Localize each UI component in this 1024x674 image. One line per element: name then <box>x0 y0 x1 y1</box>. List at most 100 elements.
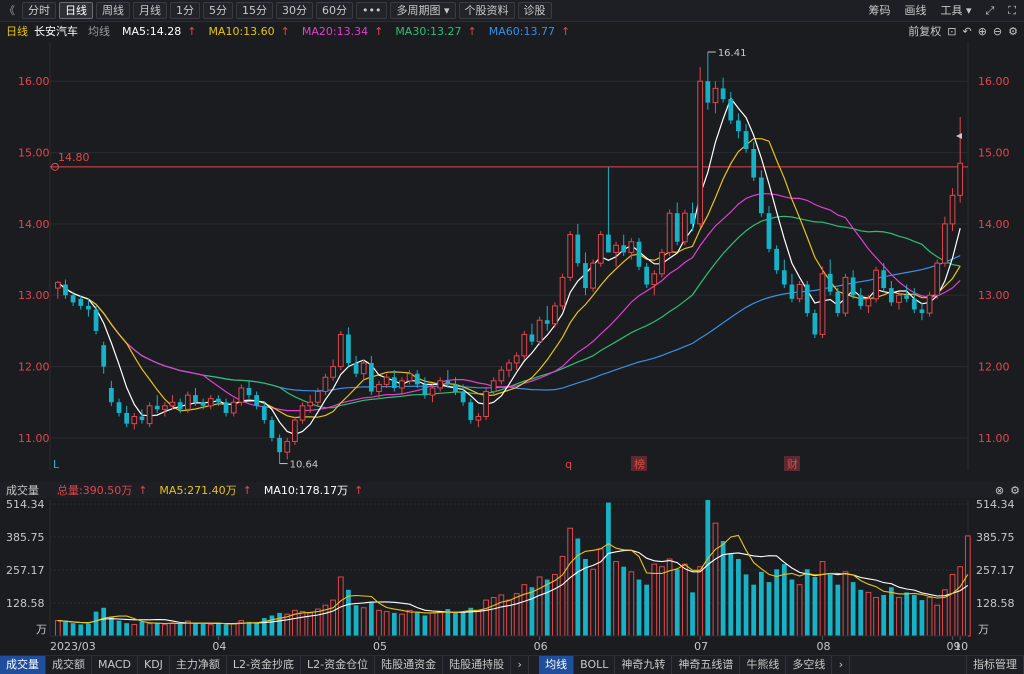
volume-bar-down <box>728 553 734 636</box>
volume-bar-down <box>108 616 114 636</box>
candle-body-up <box>337 333 344 368</box>
volume-bar-down <box>544 579 550 636</box>
vol-tick-right: 385.75 <box>976 531 1015 544</box>
tab-l2-position[interactable]: L2-资金仓位 <box>301 656 376 674</box>
volume-bar-down <box>850 582 856 636</box>
volume-bar-up <box>934 604 941 637</box>
candle-body-up <box>934 262 941 296</box>
candle-body-up <box>682 212 688 243</box>
price-tick-right: 12.00 <box>978 361 1010 374</box>
volume-bar-up <box>437 611 444 637</box>
candle-body-down <box>888 288 894 303</box>
tab-ma[interactable]: 均线 <box>539 656 575 674</box>
candle-body-up <box>865 298 872 307</box>
tab-kdj[interactable]: KDJ <box>138 656 170 674</box>
volume-bar-up <box>896 597 902 637</box>
candle-body-up <box>307 401 314 407</box>
candle-body-down <box>422 384 428 396</box>
volume-bar-down <box>881 594 887 636</box>
volume-bar-up <box>330 599 336 637</box>
candle-body-up <box>628 241 635 253</box>
volume-bar-down <box>86 623 91 636</box>
candle-body-down <box>736 120 741 132</box>
tab-l2-capital[interactable]: L2-资金抄底 <box>227 656 302 674</box>
candle-body-up <box>483 391 489 417</box>
volume-bar-up <box>865 591 872 637</box>
candle-body-down <box>445 380 451 385</box>
candle-body-up <box>322 376 329 393</box>
tab-td9[interactable]: 神奇九转 <box>615 656 673 674</box>
candle-body-down <box>621 245 627 253</box>
volume-bar-down <box>911 594 917 636</box>
volume-bar-down <box>636 579 642 636</box>
candle-body-up <box>490 380 497 393</box>
candle-body-down <box>414 373 420 385</box>
volume-bar-down <box>705 500 711 636</box>
candle-body-up <box>284 440 291 453</box>
tab-boll[interactable]: BOLL <box>574 656 616 674</box>
candle-body-up <box>651 273 658 286</box>
current-price-label: 14.80 <box>58 151 90 164</box>
volume-bar-down <box>804 569 810 636</box>
x-axis-label: 05 <box>373 640 387 653</box>
volume-bar-down <box>254 623 260 636</box>
volume-bar-down <box>644 584 650 636</box>
volume-bar-down <box>858 589 864 636</box>
candle-body-down <box>101 345 107 367</box>
candle-body-down <box>116 402 122 413</box>
volume-bar-up <box>383 611 390 637</box>
price-tick-left: 12.00 <box>18 361 50 374</box>
volume-bar-up <box>314 608 321 637</box>
candle-body-up <box>796 284 803 300</box>
candle-body-up <box>567 234 574 278</box>
event-marker: 榜 <box>634 457 645 471</box>
volume-bar-up <box>536 576 543 637</box>
candle-body-down <box>124 412 130 424</box>
volume-bar-down <box>674 569 680 636</box>
volume-bar-down <box>460 611 466 636</box>
volume-bar-down <box>124 623 130 636</box>
candle-body-up <box>521 333 528 357</box>
candle-body-down <box>644 266 650 285</box>
candle-body-down <box>720 88 726 100</box>
candle-body-up <box>957 162 964 196</box>
tab-volume[interactable]: 成交量 <box>0 656 46 674</box>
tab-turnover[interactable]: 成交额 <box>46 656 92 674</box>
kline-chart[interactable]: 16.00 16.00 15.00 15.00 14.00 14.00 13.00 13.00… <box>0 0 1024 674</box>
candle-body-down <box>223 402 229 413</box>
candle-body-up <box>712 87 719 104</box>
tab-macd[interactable]: MACD <box>92 656 138 674</box>
volume-bar-down <box>736 559 741 636</box>
candle-body-up <box>949 194 956 225</box>
chevron-right-icon[interactable]: › <box>511 656 530 674</box>
volume-bar-down <box>904 592 910 636</box>
indicator-manage-button[interactable]: 指标管理 <box>966 656 1024 674</box>
tab-main-net[interactable]: 主力净额 <box>170 656 227 674</box>
volume-bar-up <box>651 563 658 637</box>
candle-body-down <box>766 213 772 249</box>
candle-body-up <box>383 376 390 385</box>
candle-body-up <box>819 273 826 335</box>
tab-hk-capital[interactable]: 陆股通资金 <box>375 656 444 674</box>
high-label: 16.41 <box>718 48 747 59</box>
candle-body-up <box>314 391 321 403</box>
volume-bar-down <box>216 623 221 636</box>
tab-long-short[interactable]: 多空线 <box>786 656 833 674</box>
volume-bar-up <box>873 597 879 637</box>
volume-bar-up <box>682 563 688 637</box>
candle-body-down <box>544 320 550 324</box>
volume-bar-down <box>812 576 818 636</box>
volume-bar-down <box>139 621 145 636</box>
candle-body-down <box>850 277 856 296</box>
candle-body-up <box>230 401 237 414</box>
volume-bar-up <box>659 566 665 637</box>
candle-body-down <box>529 334 535 342</box>
tab-bull-bear[interactable]: 牛熊线 <box>740 656 787 674</box>
chevron-right-icon[interactable]: › <box>832 656 851 674</box>
x-axis-label: 04 <box>212 640 226 653</box>
candle-body-up <box>299 405 306 421</box>
tab-hk-holding[interactable]: 陆股通持股 <box>443 656 512 674</box>
tab-five-line[interactable]: 神奇五线谱 <box>672 656 741 674</box>
candle-body-up <box>475 416 482 421</box>
price-tick-left: 13.00 <box>18 289 50 302</box>
